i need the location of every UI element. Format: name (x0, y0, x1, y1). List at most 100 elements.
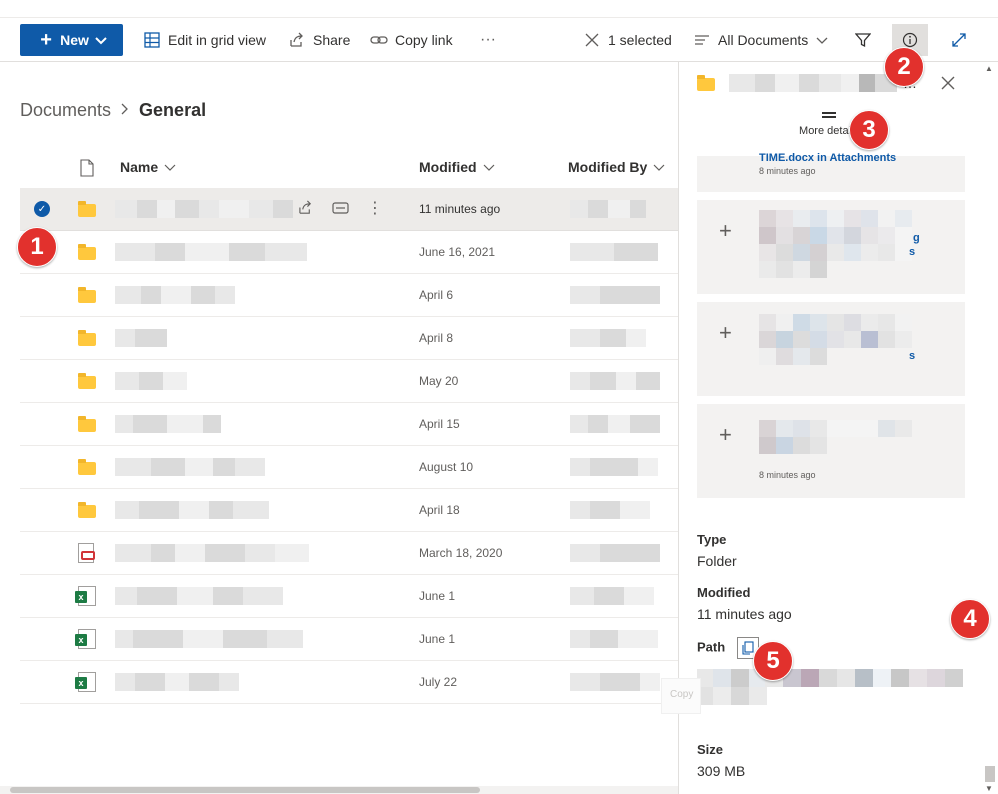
table-row[interactable]: March 18, 2020 (20, 532, 678, 575)
row-actions: ⋮ (298, 188, 383, 230)
more-actions-button[interactable]: ··· (470, 24, 506, 56)
share-icon[interactable] (298, 200, 314, 218)
clear-selection-button[interactable]: 1 selected (582, 24, 672, 56)
callout-marker-3: 3 (849, 110, 889, 150)
table-row[interactable]: July 22 (20, 661, 678, 704)
table-row[interactable]: April 18 (20, 489, 678, 532)
redacted-modified-by (570, 489, 660, 531)
share-button[interactable]: Share (287, 24, 350, 56)
activity-card[interactable]: TIME.docx in Attachments 8 minutes ago (697, 152, 965, 192)
table-row[interactable]: April 15 (20, 403, 678, 446)
modified-by-column-header[interactable]: Modified By (568, 159, 665, 175)
activity-icon[interactable] (332, 200, 349, 218)
table-row[interactable]: April 6 (20, 274, 678, 317)
modified-column-header[interactable]: Modified (419, 159, 495, 175)
modified-cell: June 1 (419, 589, 456, 603)
activity-text: s (909, 246, 916, 258)
path-property: Path (697, 637, 963, 705)
size-label: Size (697, 742, 724, 757)
folder-icon (78, 502, 96, 518)
row-checkbox[interactable]: ✓ (34, 188, 54, 230)
scroll-down-icon[interactable]: ▼ (985, 784, 993, 793)
chevron-down-icon (816, 32, 828, 48)
redacted-modified-by (570, 317, 660, 359)
grid-icon (142, 30, 162, 50)
activity-card[interactable]: + 8 minutes ago (697, 404, 965, 498)
activity-card[interactable]: + s (697, 302, 965, 396)
redacted-activity-image (759, 210, 912, 278)
redacted-name[interactable] (115, 618, 375, 660)
copy-icon (742, 641, 754, 655)
excel-file-icon (75, 672, 96, 692)
filter-icon (853, 30, 873, 50)
redacted-name[interactable] (115, 489, 375, 531)
redacted-name[interactable] (115, 317, 375, 359)
view-label: All Documents (718, 32, 809, 48)
table-row[interactable]: June 1 (20, 575, 678, 618)
file-type-header-icon[interactable] (80, 159, 94, 177)
table-row[interactable]: August 10 (20, 446, 678, 489)
redacted-name[interactable] (115, 661, 375, 703)
name-column-header[interactable]: Name (120, 159, 176, 175)
details-pane: … More details TIME.docx in Attachments … (678, 62, 998, 794)
redacted-modified-by (570, 446, 660, 488)
breadcrumb-root[interactable]: Documents (20, 100, 111, 121)
redacted-name[interactable] (115, 575, 375, 617)
redacted-name[interactable] (115, 532, 375, 574)
breadcrumb: Documents General (20, 100, 206, 121)
activity-text[interactable]: TIME.docx in Attachments (759, 152, 896, 164)
scrollbar-thumb[interactable] (10, 787, 480, 793)
redacted-modified-by (570, 618, 660, 660)
redacted-name[interactable] (115, 360, 375, 402)
plus-icon: + (719, 218, 732, 243)
new-button[interactable]: + New (20, 24, 123, 56)
table-row[interactable]: May 20 (20, 360, 678, 403)
more-icon: ··· (480, 31, 496, 48)
redacted-modified-by (570, 231, 660, 273)
modified-header-label: Modified (419, 159, 477, 175)
expand-button[interactable] (941, 24, 977, 56)
scroll-up-icon[interactable]: ▲ (985, 64, 993, 73)
table-row[interactable]: ✓ ⋮ 11 minutes ago (20, 188, 678, 231)
share-icon (287, 30, 307, 50)
folder-icon (697, 75, 715, 91)
redacted-name[interactable] (115, 446, 375, 488)
scrollbar-thumb[interactable] (985, 766, 995, 782)
redacted-modified-by (570, 661, 660, 703)
edit-grid-view-label: Edit in grid view (168, 32, 267, 48)
redacted-name[interactable] (115, 403, 375, 445)
list-header: Name Modified Modified By (20, 148, 678, 188)
folder-icon (78, 459, 96, 475)
activity-card[interactable]: + g s (697, 200, 965, 294)
redacted-name[interactable] (115, 274, 375, 316)
folder-icon (78, 287, 96, 303)
more-vertical-icon[interactable]: ⋮ (367, 201, 383, 217)
horizontal-scrollbar[interactable] (0, 786, 678, 794)
table-row[interactable]: April 8 (20, 317, 678, 360)
plus-icon: + (719, 422, 732, 447)
modified-cell: June 16, 2021 (419, 245, 496, 259)
filter-button[interactable] (845, 24, 881, 56)
close-pane-button[interactable] (941, 74, 955, 95)
table-row[interactable]: June 16, 2021 (20, 231, 678, 274)
edit-grid-view-button[interactable]: Edit in grid view (142, 24, 266, 56)
top-strip (0, 0, 998, 18)
copy-tooltip: Copy (661, 678, 701, 714)
modified-cell: April 18 (419, 503, 460, 517)
modified-cell: 11 minutes ago (419, 202, 501, 216)
redacted-modified-by (570, 575, 660, 617)
table-row[interactable]: June 1 (20, 618, 678, 661)
view-switcher[interactable]: All Documents (692, 24, 828, 56)
list-view-icon (692, 30, 712, 50)
callout-marker-1: 1 (17, 227, 57, 267)
size-value: 309 MB (697, 763, 746, 779)
copy-link-button[interactable]: Copy link (369, 24, 453, 56)
redacted-name[interactable] (115, 231, 375, 273)
pdf-file-icon (78, 543, 95, 563)
folder-icon (78, 373, 96, 389)
vertical-scrollbar[interactable]: ▲ ▼ (981, 62, 997, 794)
document-list: Name Modified Modified By ✓ ⋮ 11 minutes… (20, 148, 678, 704)
type-label: Type (697, 532, 727, 547)
selected-count: 1 selected (608, 32, 672, 48)
excel-file-icon (75, 586, 96, 606)
